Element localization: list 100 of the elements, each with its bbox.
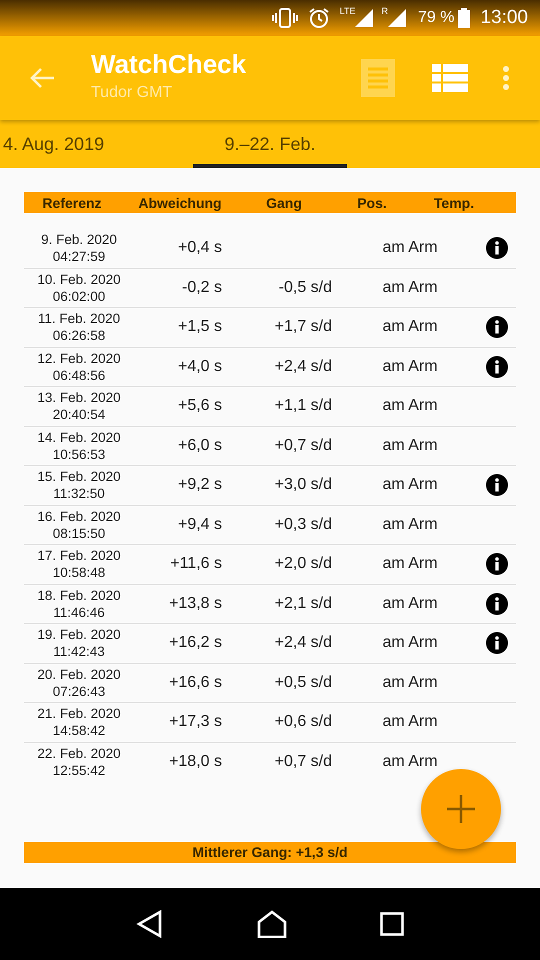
table-cell-text: +13,8 s: [168, 594, 223, 613]
table-cell: am Arm: [382, 753, 438, 770]
info-icon[interactable]: [486, 553, 508, 576]
table-cell-text: +17,3 s: [168, 713, 223, 732]
date-text: 18. Feb. 2020: [37, 586, 121, 604]
time-text: 04:27:59: [52, 248, 106, 266]
clock: 13:00: [480, 7, 528, 29]
date-text: 17. Feb. 2020: [37, 547, 121, 564]
date-text: 16. Feb. 2020: [37, 508, 121, 525]
table-cell: +3,0 s/d: [274, 476, 332, 494]
time-text: 11:46:46: [53, 604, 105, 621]
table-cell: +0,5 s/d: [274, 674, 332, 691]
app-subtitle: Tudor GMT: [91, 84, 174, 102]
table-cell-text: +9,2 s: [176, 476, 223, 494]
time-text: 06:26:58: [52, 327, 106, 344]
date-text: 15. Feb. 2020: [37, 468, 121, 486]
table-cell: am Arm: [382, 516, 438, 533]
table-cell: am Arm: [382, 476, 438, 494]
back-nav-icon[interactable]: [136, 910, 164, 938]
date-text: 21. Feb. 2020: [37, 705, 121, 722]
table-cell-text: +0,4 s: [176, 239, 223, 258]
table-cell: am Arm: [382, 674, 438, 691]
table-cell: +2,4 s/d: [274, 634, 332, 652]
time-text: 08:15:50: [52, 524, 106, 542]
table-cell: +2,0 s/d: [274, 555, 332, 572]
column-header: Abweichung: [137, 194, 223, 210]
table-cell-text: +4,0 s: [176, 358, 223, 376]
table-cell: +0,7 s/d: [274, 436, 332, 454]
table-cell: am Arm: [382, 318, 438, 336]
date-text: 11. Feb. 2020: [38, 310, 120, 328]
table-cell: am Arm: [382, 555, 438, 572]
table-cell-text: +16,6 s: [168, 674, 223, 692]
time-text: 12:55:42: [52, 762, 106, 780]
time-text: 06:02:00: [52, 288, 106, 305]
add-button[interactable]: [421, 769, 501, 849]
time-text: 10:56:53: [52, 446, 106, 463]
info-icon[interactable]: [486, 474, 508, 496]
table-cell: +0,6 s/d: [274, 713, 332, 730]
table-cell-text: +9,4 s: [176, 516, 223, 534]
info-icon[interactable]: [486, 592, 508, 615]
network-label: LTE: [340, 6, 356, 16]
date-text: 19. Feb. 2020: [37, 626, 121, 644]
battery-icon: [458, 8, 470, 28]
date-text: 12. Feb. 2020: [37, 350, 121, 367]
column-header: Referenz: [41, 194, 103, 210]
table-cell: +0,7 s/d: [274, 753, 332, 770]
table-cell: +2,4 s/d: [274, 358, 332, 375]
table-cell-text: +6,0 s: [176, 436, 223, 455]
table-cell-text: -0,2 s: [180, 278, 223, 297]
alarm-icon: [308, 7, 330, 29]
roaming-label: R: [381, 6, 388, 16]
table-cell: +1,1 s/d: [274, 397, 332, 414]
plus-icon: [446, 794, 476, 824]
table-cell: +2,1 s/d: [274, 594, 332, 612]
table-cell: am Arm: [382, 634, 438, 652]
home-icon[interactable]: [256, 910, 287, 938]
table-cell: am Arm: [382, 278, 438, 296]
date-text: 10. Feb. 2020: [37, 270, 121, 288]
table-cell-text: +18,0 s: [168, 753, 223, 772]
time-text: 14:58:42: [52, 722, 106, 740]
time-text: 11:42:43: [53, 643, 105, 660]
time-text: 11:32:50: [53, 485, 105, 502]
date-text: 13. Feb. 2020: [37, 389, 121, 406]
info-icon[interactable]: [486, 237, 508, 260]
table-cell: am Arm: [382, 713, 438, 730]
info-icon[interactable]: [486, 316, 508, 338]
table-cell-text: +1,5 s: [176, 318, 223, 336]
table-cell: am Arm: [382, 594, 438, 612]
time-text: 10:58:48: [52, 564, 106, 582]
time-text: 20:40:54: [52, 406, 106, 424]
info-icon[interactable]: [486, 356, 508, 378]
date-text: 9. Feb. 2020: [41, 231, 117, 248]
date-range-tab[interactable]: 9.–22. Feb.: [193, 120, 347, 168]
column-header: Temp.: [432, 194, 476, 210]
column-header: Pos.: [356, 194, 388, 210]
info-icon[interactable]: [486, 632, 508, 654]
battery-percent: 79 %: [418, 9, 454, 27]
table-cell: am Arm: [382, 358, 438, 375]
column-header: Gang: [265, 194, 303, 210]
table-cell: am Arm: [382, 436, 438, 454]
recents-icon[interactable]: [380, 912, 404, 936]
date-text: 20. Feb. 2020: [37, 666, 121, 683]
table-cell-text: +16,2 s: [168, 634, 223, 652]
table-cell-text: +11,6 s: [169, 555, 223, 574]
app-title: WatchCheck: [91, 48, 248, 80]
time-text: 07:26:43: [52, 682, 106, 700]
date-text: 14. Feb. 2020: [37, 428, 121, 446]
date-text: 22. Feb. 2020: [37, 745, 121, 762]
vibrate-icon: [272, 8, 298, 28]
table-cell: +1,7 s/d: [274, 318, 332, 336]
table-cell: -0,5 s/d: [278, 278, 332, 296]
signal-icon: [388, 9, 406, 27]
table-cell: am Arm: [382, 239, 438, 256]
table-cell: am Arm: [382, 397, 438, 414]
date-range-tab[interactable]: 4. Aug. 2019: [3, 120, 104, 168]
summary-bar: Mittlerer Gang: +1,3 s/d: [24, 842, 516, 863]
time-text: 06:48:56: [52, 366, 106, 384]
table-cell-text: +5,6 s: [176, 397, 223, 416]
table-cell: +0,3 s/d: [274, 516, 332, 533]
signal-icon: [355, 9, 374, 27]
